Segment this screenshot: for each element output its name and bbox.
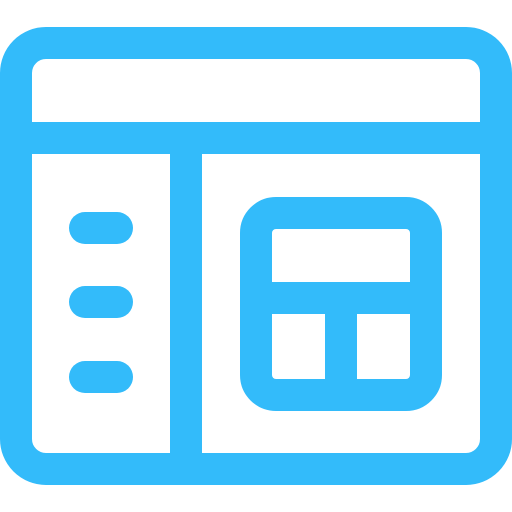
icon-canvas	[0, 0, 512, 512]
dashboard-widget	[240, 197, 442, 411]
dashboard-layout-window-icon	[0, 27, 512, 485]
